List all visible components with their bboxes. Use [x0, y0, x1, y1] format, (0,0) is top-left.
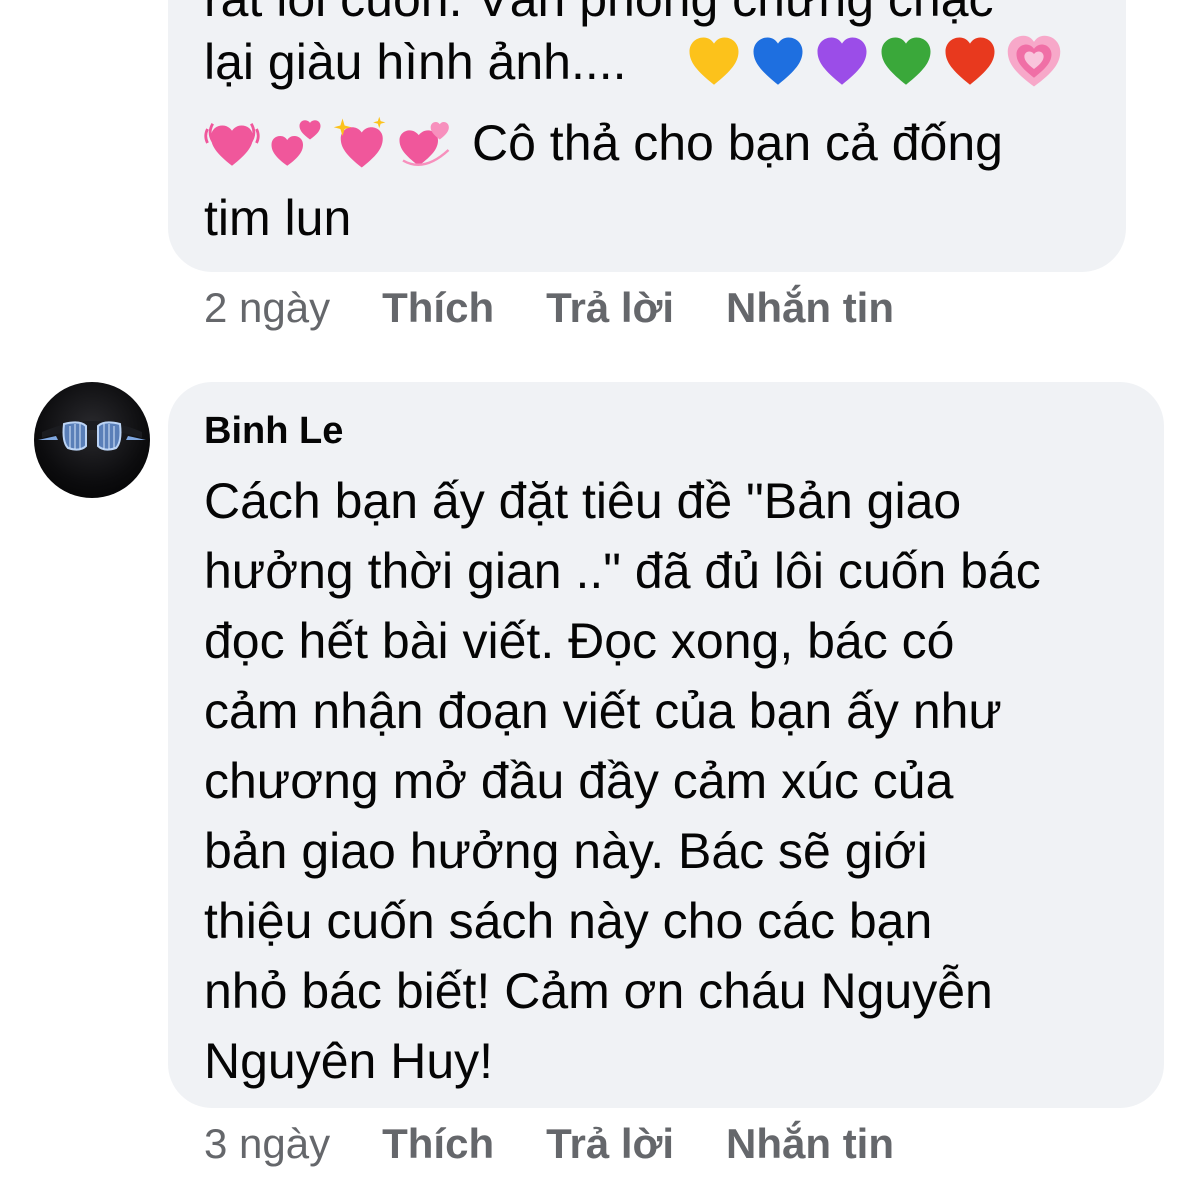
comment-text-line: cảm nhận đoạn viết của bạn ấy như [204, 683, 1002, 739]
message-button[interactable]: Nhắn tin [726, 1120, 894, 1168]
blue-heart-icon [750, 34, 806, 90]
two-hearts-icon [268, 115, 324, 171]
comment-text-line: chương mở đầu đầy cảm xúc của [204, 753, 954, 809]
revolving-hearts-icon [396, 115, 452, 171]
comment-text-line: bản giao hưởng này. Bác sẽ giới [204, 823, 928, 879]
sparkling-heart-icon [332, 115, 388, 171]
comment-text-line: hưởng thời gian .." đã đủ lôi cuốn bác [204, 543, 1041, 599]
emoji-text-row: Cô thả cho bạn cả đống [204, 108, 1003, 178]
red-heart-icon [942, 34, 998, 90]
green-heart-icon [878, 34, 934, 90]
car-grille-icon [38, 421, 146, 451]
avatar[interactable] [34, 382, 150, 498]
growing-heart-icon [1006, 34, 1062, 90]
comment-text-line: tim lun [204, 190, 352, 246]
comment-text-line: Nguyên Huy! [204, 1033, 494, 1089]
like-button[interactable]: Thích [382, 1120, 494, 1168]
emoji-hearts-row [686, 34, 1070, 90]
comment-text-line: thiệu cuốn sách này cho các bạn [204, 893, 933, 949]
reply-button[interactable]: Trả lời [546, 1120, 674, 1168]
reply-button[interactable]: Trả lời [546, 284, 674, 332]
comment-text-line: nhỏ bác biết! Cảm ơn cháu Nguyễn [204, 963, 993, 1019]
like-button[interactable]: Thích [382, 284, 494, 332]
purple-heart-icon [814, 34, 870, 90]
comment-text-line: Cách bạn ấy đặt tiêu đề "Bản giao [204, 473, 962, 529]
yellow-heart-icon [686, 34, 742, 90]
comment-text-line: lại giàu hình ảnh.... [204, 34, 627, 90]
comment-timestamp[interactable]: 3 ngày [204, 1120, 330, 1168]
comment-author[interactable]: Binh Le [204, 410, 343, 453]
comment-text-line: đọc hết bài viết. Đọc xong, bác có [204, 613, 955, 669]
message-button[interactable]: Nhắn tin [726, 284, 894, 332]
comment-text-inline: Cô thả cho bạn cả đống [472, 115, 1003, 171]
comment-actions: 3 ngày Thích Trả lời Nhắn tin [204, 1116, 946, 1172]
comment-actions: 2 ngày Thích Trả lời Nhắn tin [204, 280, 946, 336]
beating-heart-icon [204, 115, 260, 171]
comment-timestamp[interactable]: 2 ngày [204, 284, 330, 332]
comments-page: rất lôi cuốn. Văn phong chững chạc lại g… [0, 0, 1198, 1200]
